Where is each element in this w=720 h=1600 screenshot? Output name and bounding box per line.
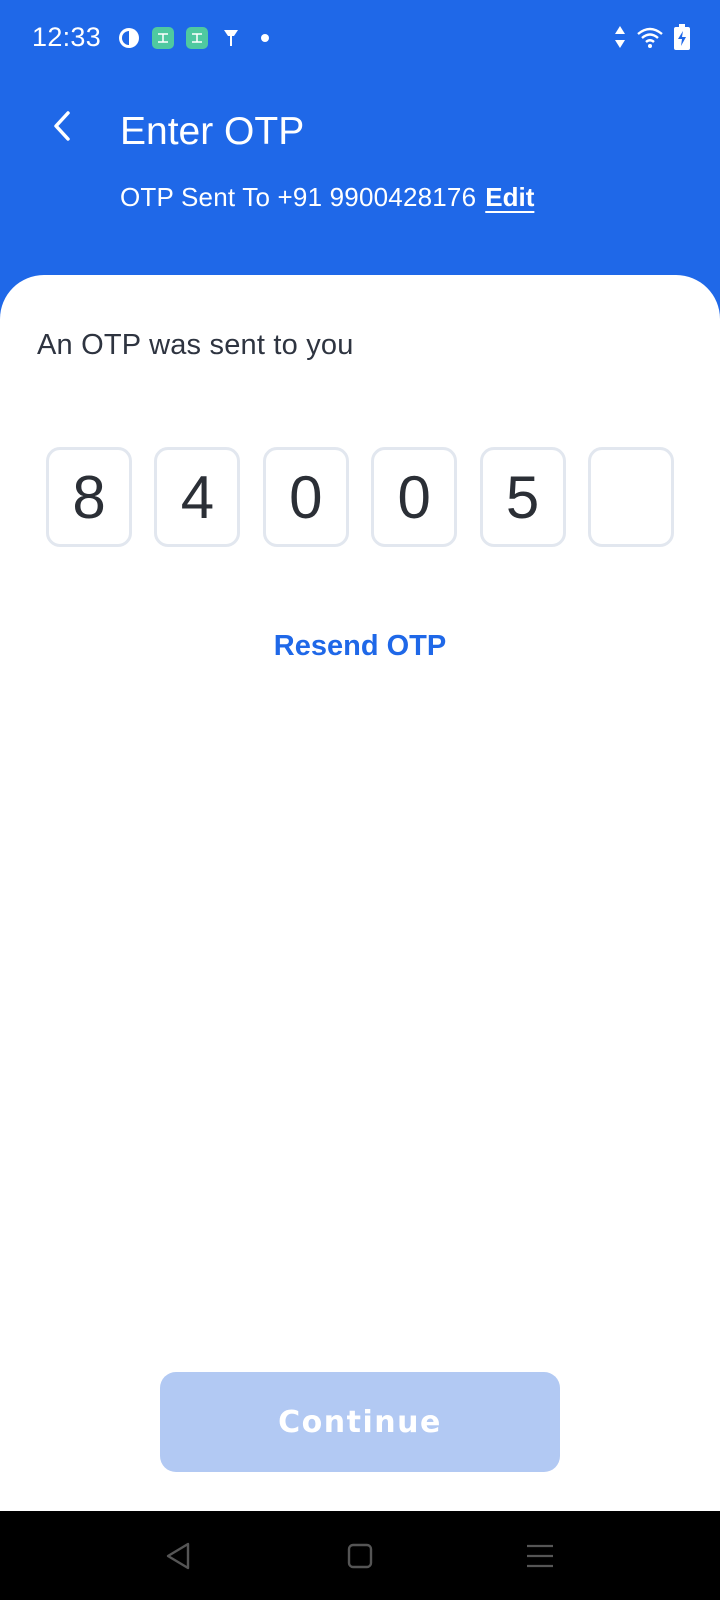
continue-button[interactable]: Continue: [160, 1372, 560, 1472]
menu-icon: [527, 1544, 553, 1568]
otp-digit-5[interactable]: 5: [479, 447, 566, 547]
otp-digit-2[interactable]: 4: [154, 447, 241, 547]
back-button[interactable]: [40, 104, 84, 148]
battery-charging-icon: [674, 24, 690, 55]
back-icon: [166, 1542, 190, 1570]
otp-sent-line: OTP Sent To +91 9900428176 Edit: [120, 182, 534, 213]
otp-sent-text: OTP Sent To +91 9900428176: [120, 182, 477, 212]
card-heading: An OTP was sent to you: [37, 329, 354, 361]
otp-digit-3[interactable]: 0: [262, 447, 349, 547]
vpn-key-icon: [220, 27, 242, 49]
otp-input-group: 8 4 0 0 5: [46, 447, 674, 547]
home-icon: [347, 1543, 373, 1569]
header: Enter OTP OTP Sent To +91 9900428176 Edi…: [0, 82, 720, 282]
nav-back-button[interactable]: [155, 1533, 201, 1579]
resend-otp-link[interactable]: Resend OTP: [0, 630, 720, 663]
system-nav-bar: [0, 1511, 720, 1600]
otp-card: An OTP was sent to you 8 4 0 0 5 Resend …: [0, 275, 720, 1511]
chevron-left-icon: [54, 111, 70, 141]
page-title: Enter OTP: [120, 110, 305, 153]
data-arrows-icon: [614, 25, 626, 54]
wifi-icon: [636, 26, 664, 53]
edit-phone-link[interactable]: Edit: [485, 182, 534, 213]
app-notification-icon: [186, 27, 208, 49]
notification-icons: [118, 27, 288, 49]
status-bar: 12:33: [0, 0, 720, 82]
nav-menu-button[interactable]: [517, 1533, 563, 1579]
otp-digit-6[interactable]: [587, 447, 674, 547]
status-time: 12:33: [32, 22, 102, 52]
otp-digit-4[interactable]: 0: [371, 447, 458, 547]
app-notification-icon: [152, 27, 174, 49]
dot-icon: [254, 27, 276, 49]
nav-home-button[interactable]: [337, 1533, 383, 1579]
otp-digit-1[interactable]: 8: [46, 447, 132, 547]
pie-app-icon: [118, 27, 140, 49]
system-icons: [604, 24, 690, 55]
